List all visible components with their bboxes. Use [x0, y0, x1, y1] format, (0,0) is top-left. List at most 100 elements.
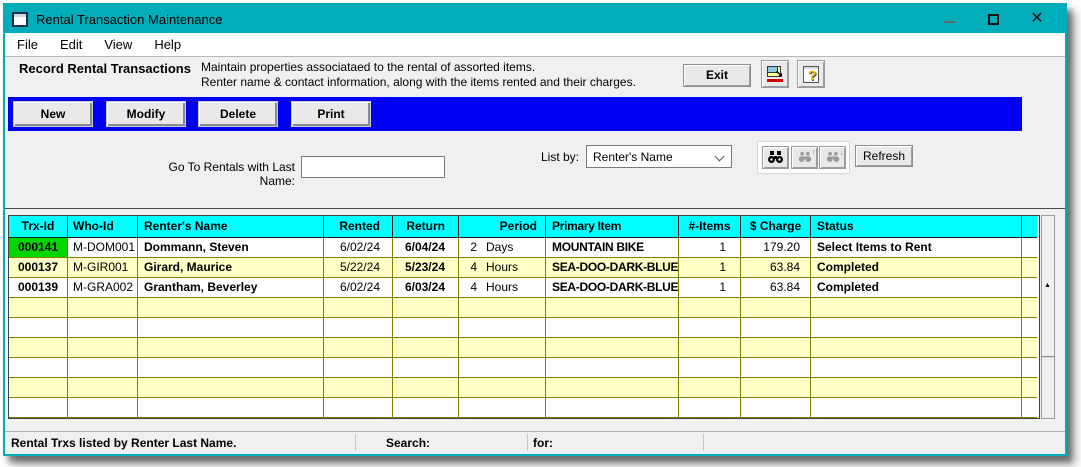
action-toolbar: New Modify Delete Print — [8, 97, 1022, 131]
table-row-empty[interactable] — [9, 298, 1039, 318]
cell-return[interactable]: 6/03/24 — [393, 278, 459, 298]
delete-button[interactable]: Delete — [198, 101, 278, 127]
cell-renters-name[interactable]: Girard, Maurice — [138, 258, 324, 278]
col-header-trx-id[interactable]: Trx-Id — [9, 216, 68, 238]
menu-help[interactable]: Help — [144, 34, 191, 55]
col-header-charge[interactable]: $ Charge — [741, 216, 811, 238]
status-divider — [527, 434, 528, 451]
scrollbar-thumb-edge — [1042, 356, 1054, 358]
cell-return[interactable]: 5/23/24 — [393, 258, 459, 278]
find-previous-button[interactable]: ↑ — [791, 146, 818, 169]
cell-trx-id[interactable]: 000137 — [9, 258, 68, 278]
table-header-row: Trx-Id Who-Id Renter's Name Rented Retur… — [9, 216, 1039, 238]
cell-renters-name[interactable]: Dommann, Steven — [138, 238, 324, 258]
goto-last-name-input[interactable] — [301, 156, 445, 178]
cell-who-id[interactable]: M-GRA002 — [68, 278, 138, 298]
cell-status[interactable]: Completed — [811, 258, 1022, 278]
find-next-button[interactable]: ↓ — [819, 146, 846, 169]
col-header-period[interactable]: Period — [459, 216, 546, 238]
goto-last-name-label: Go To Rentals with Last Name: — [168, 160, 295, 188]
cell-charge[interactable]: 63.84 — [741, 258, 811, 278]
list-by-label: List by: — [541, 150, 580, 164]
maximize-button[interactable] — [971, 5, 1015, 33]
rentals-table: Trx-Id Who-Id Renter's Name Rented Retur… — [8, 215, 1040, 419]
status-divider — [355, 434, 356, 451]
cell-renters-name[interactable]: Grantham, Beverley — [138, 278, 324, 298]
help-button[interactable] — [797, 60, 825, 88]
table-row-empty[interactable] — [9, 358, 1039, 378]
cell-trx-id[interactable]: 000141 — [9, 238, 68, 258]
close-button[interactable]: ✕ — [1015, 5, 1059, 33]
cell-num-items[interactable]: 1 — [679, 238, 741, 258]
table-row-empty[interactable] — [9, 398, 1039, 418]
menu-edit[interactable]: Edit — [50, 34, 92, 55]
col-header-status[interactable]: Status — [811, 216, 1022, 238]
page-title: Record Rental Transactions — [19, 61, 191, 76]
scroll-up-icon[interactable]: ▲ — [1044, 282, 1051, 289]
find-button[interactable] — [762, 146, 789, 169]
print-button[interactable]: Print — [291, 101, 371, 127]
table-row[interactable]: 000141 M-DOM001 Dommann, Steven 6/02/24 … — [9, 238, 1039, 258]
cell-who-id[interactable]: M-GIR001 — [68, 258, 138, 278]
table-row-empty[interactable] — [9, 338, 1039, 358]
cell-rented[interactable]: 6/02/24 — [324, 238, 393, 258]
col-header-who-id[interactable]: Who-Id — [68, 216, 138, 238]
minimize-icon — [943, 21, 955, 23]
table-row[interactable]: 000137 M-GIR001 Girard, Maurice 5/22/24 … — [9, 258, 1039, 278]
status-for-label: for: — [533, 436, 553, 450]
menu-file[interactable]: File — [7, 34, 48, 55]
cell-rented[interactable]: 6/02/24 — [324, 278, 393, 298]
app-window: Rental Transaction Maintenance ✕ File Ed… — [3, 3, 1067, 456]
cell-primary-item[interactable]: SEA-DOO-DARK-BLUE — [546, 258, 679, 278]
cell-rented[interactable]: 5/22/24 — [324, 258, 393, 278]
print-report-button[interactable]: ➘ — [761, 60, 789, 88]
page-description-line1: Maintain properties associataed to the r… — [201, 60, 536, 74]
title-bar: Rental Transaction Maintenance ✕ — [5, 5, 1065, 33]
find-next-icon — [826, 152, 839, 163]
new-button[interactable]: New — [13, 101, 93, 127]
table-row-empty[interactable] — [9, 378, 1039, 398]
cell-period[interactable]: 4 Hours — [459, 258, 546, 278]
print-icon: ➘ — [766, 66, 784, 82]
col-header-return[interactable]: Return — [393, 216, 459, 238]
cell-trx-id[interactable]: 000139 — [9, 278, 68, 298]
cell-charge[interactable]: 63.84 — [741, 278, 811, 298]
minimize-button[interactable] — [927, 5, 971, 33]
status-message: Rental Trxs listed by Renter Last Name. — [11, 436, 237, 450]
cell-num-items[interactable]: 1 — [679, 278, 741, 298]
cell-period[interactable]: 4 Hours — [459, 278, 546, 298]
window-icon — [12, 11, 28, 27]
cell-primary-item[interactable]: SEA-DOO-DARK-BLUE — [546, 278, 679, 298]
table-row[interactable]: 000139 M-GRA002 Grantham, Beverley 6/02/… — [9, 278, 1039, 298]
page-description-line2: Renter name & contact information, along… — [201, 75, 636, 89]
close-icon: ✕ — [1030, 10, 1044, 27]
modify-button[interactable]: Modify — [106, 101, 186, 127]
find-icon — [768, 151, 783, 163]
cell-period[interactable]: 2 Days — [459, 238, 546, 258]
chevron-down-icon — [716, 153, 724, 161]
col-header-rented[interactable]: Rented — [324, 216, 393, 238]
table-vertical-scrollbar[interactable]: ▲ — [1041, 215, 1055, 419]
cell-charge[interactable]: 179.20 — [741, 238, 811, 258]
find-button-group: ↑ ↓ — [757, 141, 850, 174]
cell-who-id[interactable]: M-DOM001 — [68, 238, 138, 258]
cell-primary-item[interactable]: MOUNTAIN BIKE — [546, 238, 679, 258]
window-title: Rental Transaction Maintenance — [36, 11, 223, 27]
col-header-primary-item[interactable]: Primary Item — [546, 216, 679, 238]
col-header-num-items[interactable]: #-Items — [679, 216, 741, 238]
menu-view[interactable]: View — [94, 34, 142, 55]
status-search-label: Search: — [386, 436, 431, 450]
cell-status[interactable]: Completed — [811, 278, 1022, 298]
cell-return[interactable]: 6/04/24 — [393, 238, 459, 258]
exit-button[interactable]: Exit — [683, 64, 751, 87]
status-bar: Rental Trxs listed by Renter Last Name. … — [5, 431, 1065, 452]
separator-line — [5, 208, 1065, 209]
col-header-renters-name[interactable]: Renter's Name — [138, 216, 324, 238]
cell-num-items[interactable]: 1 — [679, 258, 741, 278]
list-by-dropdown[interactable]: Renter's Name — [586, 145, 732, 168]
table-row-empty[interactable] — [9, 318, 1039, 338]
refresh-button[interactable]: Refresh — [855, 145, 913, 167]
list-by-value: Renter's Name — [593, 149, 673, 164]
cell-status[interactable]: Select Items to Rent — [811, 238, 1022, 258]
help-icon — [803, 65, 819, 83]
